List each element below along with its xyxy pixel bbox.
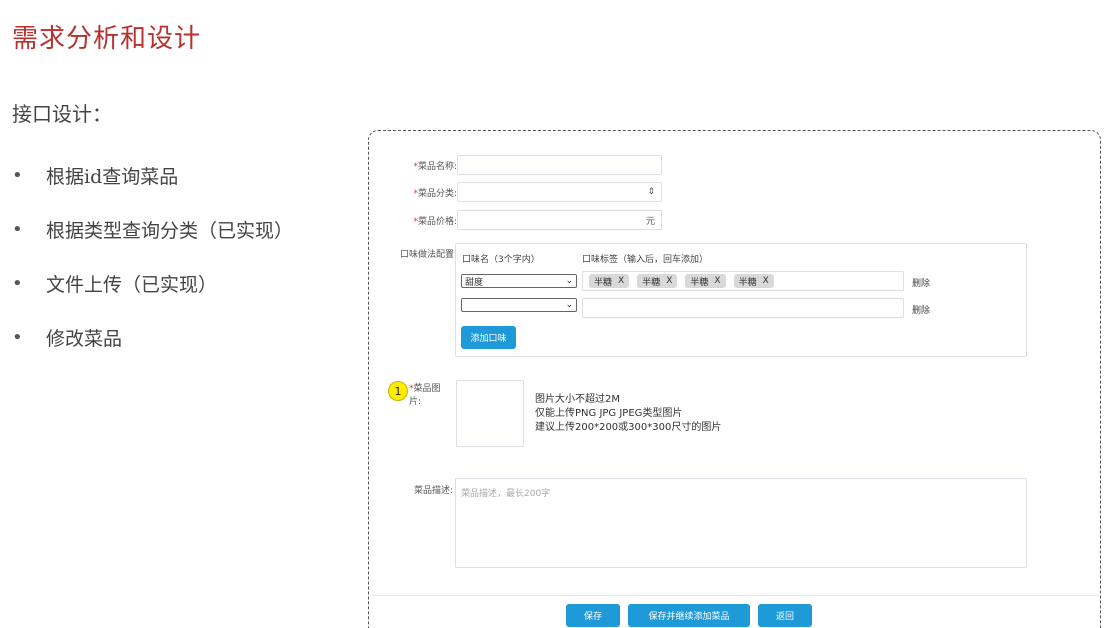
tag-close-icon[interactable]: X [666, 276, 672, 286]
image-hint-type: 仅能上传PNG JPG JPEG类型图片 [535, 408, 683, 419]
bullet-text: 根据类型查询分类（已实现） [46, 219, 294, 242]
flavor-tag: 半糖 X [685, 274, 726, 288]
list-item: • 根据id查询菜品 [12, 148, 293, 202]
footer-divider [372, 595, 1099, 596]
bullet-dot: • [12, 164, 23, 186]
flavor-tags-input[interactable] [582, 298, 904, 318]
list-item: • 文件上传（已实现） [12, 256, 293, 310]
bullet-text: 文件上传（已实现） [46, 273, 218, 296]
tag-close-icon[interactable]: X [763, 276, 769, 286]
tag-close-icon[interactable]: X [714, 276, 720, 286]
dish-image-label: *菜品图片: [409, 384, 441, 407]
image-hints: 图片大小不超过2M 仅能上传PNG JPG JPEG类型图片 建议上传200*2… [535, 393, 721, 435]
bullet-dot: • [12, 218, 23, 240]
flavor-name-select[interactable]: 甜度 ⌄ [461, 274, 577, 288]
list-item: • 根据类型查询分类（已实现） [12, 202, 293, 256]
slide-subtitle: 接口设计： [12, 102, 112, 126]
flavor-tags-header: 口味标签（输入后，回车添加） [582, 255, 709, 265]
flavor-tag: 半糖 X [589, 274, 630, 288]
list-item: • 修改菜品 [12, 310, 293, 364]
slide-title: 需求分析和设计 [12, 24, 202, 54]
dish-desc-textarea[interactable]: 菜品描述，最长200字 [455, 478, 1027, 568]
dish-desc-label: 菜品描述: [413, 486, 453, 496]
bullet-list: • 根据id查询菜品 • 根据类型查询分类（已实现） • 文件上传（已实现） • 修改菜… [12, 148, 293, 364]
flavor-tag: 半糖 X [637, 274, 678, 288]
flavor-config-label: 口味做法配置: [399, 250, 457, 260]
back-button[interactable]: 返回 [758, 604, 812, 627]
delete-flavor-link[interactable]: 删除 [912, 276, 930, 289]
chevron-down-icon: ⌄ [565, 300, 573, 310]
flavor-tag: 半糖 X [733, 274, 774, 288]
delete-flavor-link[interactable]: 删除 [912, 303, 930, 316]
flavor-tags-input[interactable]: 半糖 X 半糖 X 半糖 X 半糖 X [582, 271, 904, 291]
bullet-text: 修改菜品 [46, 327, 123, 350]
select-arrows-icon: ⇕ [647, 187, 655, 197]
dish-price-label: *菜品价格: [413, 217, 457, 227]
dish-category-label: *菜品分类: [413, 189, 457, 199]
add-flavor-button[interactable]: 添加口味 [461, 326, 516, 349]
flavor-name-select[interactable]: ⌄ [461, 298, 577, 312]
image-upload-box[interactable] [456, 380, 524, 447]
dish-category-select[interactable]: ⇕ [457, 182, 662, 202]
dish-price-input[interactable]: 元 [457, 210, 662, 230]
bullet-text: 根据id查询菜品 [46, 165, 179, 188]
dish-name-input[interactable] [457, 155, 662, 175]
flavor-config-box: 口味名（3个字内） 口味标签（输入后，回车添加） 甜度 ⌄ 半糖 X 半糖 X 半糖 X… [455, 243, 1027, 357]
chevron-down-icon: ⌄ [565, 276, 573, 286]
save-button[interactable]: 保存 [566, 604, 620, 627]
dish-name-label: *菜品名称: [413, 162, 457, 172]
tag-close-icon[interactable]: X [618, 276, 624, 286]
annotation-badge: 1 [388, 381, 408, 401]
image-hint-dimension: 建议上传200*200或300*300尺寸的图片 [535, 422, 722, 433]
image-hint-size: 图片大小不超过2M [535, 394, 620, 405]
flavor-name-header: 口味名（3个字内） [462, 255, 540, 265]
price-unit: 元 [645, 216, 655, 227]
bullet-dot: • [12, 272, 23, 294]
dish-form-panel: *菜品名称: *菜品分类: ⇕ *菜品价格: 元 口味做法配置: 口味名（3个字… [368, 130, 1101, 628]
bullet-dot: • [12, 326, 23, 348]
save-and-continue-button[interactable]: 保存并继续添加菜品 [628, 604, 750, 627]
